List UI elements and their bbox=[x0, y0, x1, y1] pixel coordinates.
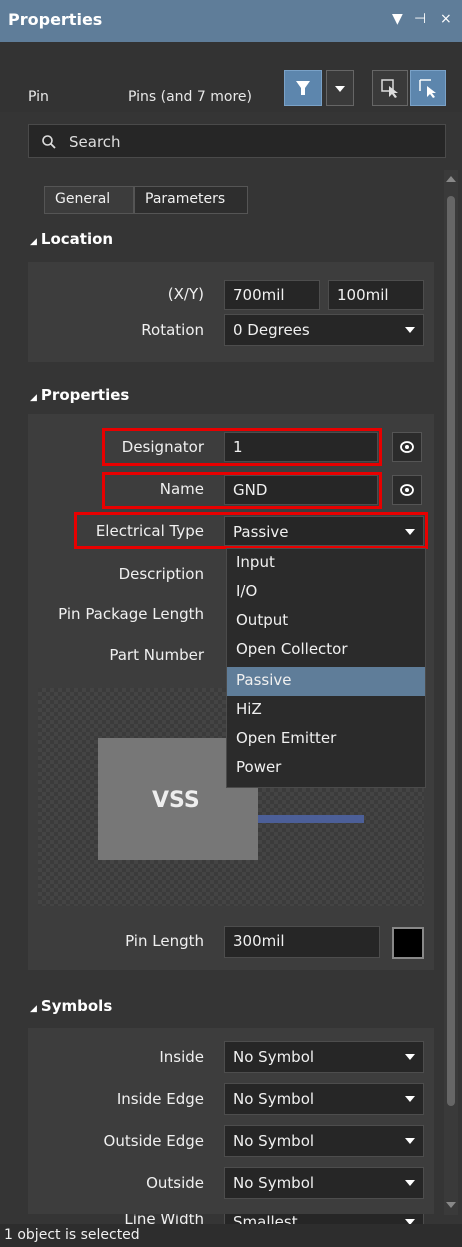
x-coordinate-input[interactable]: 700mil bbox=[224, 280, 320, 310]
chevron-down-icon bbox=[405, 327, 415, 333]
scrollbar-thumb[interactable] bbox=[447, 196, 455, 1106]
collapse-triangle-icon: ◢ bbox=[30, 237, 37, 247]
tab-general[interactable]: General bbox=[44, 186, 134, 214]
name-highlight bbox=[102, 472, 382, 509]
line-width-row-clipped: Line Width Smallest bbox=[0, 1214, 444, 1224]
chevron-down-icon bbox=[405, 1138, 415, 1144]
collapse-triangle-icon: ◢ bbox=[30, 1004, 37, 1014]
panel-menu-icon[interactable]: ▼ bbox=[392, 11, 403, 27]
pin-color-swatch[interactable] bbox=[392, 927, 424, 959]
scroll-up-icon[interactable] bbox=[446, 176, 456, 182]
line-width-value: Smallest bbox=[233, 1214, 298, 1224]
description-label: Description bbox=[118, 565, 204, 583]
chevron-down-icon bbox=[335, 86, 345, 92]
filter-icon bbox=[296, 81, 310, 95]
electrical-type-highlight bbox=[74, 512, 428, 549]
designator-visibility-button[interactable] bbox=[392, 432, 422, 462]
eye-icon bbox=[400, 441, 414, 453]
chevron-down-icon bbox=[405, 1180, 415, 1186]
select-objects-button[interactable] bbox=[372, 70, 408, 106]
status-text: 1 object is selected bbox=[4, 1227, 140, 1243]
inside-label: Inside bbox=[159, 1048, 204, 1066]
pin-length-label: Pin Length bbox=[125, 932, 204, 950]
xy-label: (X/Y) bbox=[167, 285, 204, 303]
rotation-value: 0 Degrees bbox=[233, 321, 310, 339]
pin-package-length-label: Pin Package Length bbox=[58, 605, 204, 623]
inside-edge-value: No Symbol bbox=[233, 1090, 315, 1108]
search-placeholder: Search bbox=[69, 133, 121, 151]
object-kind-label: Pin bbox=[28, 89, 49, 105]
properties-section-header[interactable]: ◢ Properties bbox=[30, 386, 129, 404]
outside-edge-select[interactable]: No Symbol bbox=[224, 1125, 424, 1157]
search-field[interactable]: Search bbox=[28, 124, 446, 158]
selection-filter-text: Pins (and 7 more) bbox=[128, 89, 252, 105]
search-icon bbox=[42, 135, 56, 149]
dropdown-option-output[interactable]: Output bbox=[227, 607, 425, 636]
dropdown-option-open-emitter[interactable]: Open Emitter bbox=[227, 725, 425, 754]
pin-graphic bbox=[258, 815, 364, 823]
outside-value: No Symbol bbox=[233, 1174, 315, 1192]
rotation-label: Rotation bbox=[141, 321, 204, 339]
dropdown-option-input[interactable]: Input bbox=[227, 549, 425, 578]
dropdown-option-passive[interactable]: Passive bbox=[227, 667, 425, 696]
filter-button[interactable] bbox=[284, 70, 322, 106]
select-cursor-icon bbox=[381, 79, 398, 98]
inside-select[interactable]: No Symbol bbox=[224, 1041, 424, 1073]
select-region-icon bbox=[419, 79, 436, 98]
line-width-select[interactable]: Smallest bbox=[224, 1214, 424, 1224]
electrical-type-dropdown: Input I/O Output Open Collector Passive … bbox=[226, 548, 426, 788]
chevron-down-icon bbox=[405, 1096, 415, 1102]
dropdown-option-hiz[interactable]: HiZ bbox=[227, 696, 425, 725]
location-section-header[interactable]: ◢ Location bbox=[30, 230, 113, 248]
dropdown-option-io[interactable]: I/O bbox=[227, 578, 425, 607]
outside-label: Outside bbox=[146, 1174, 204, 1192]
inside-edge-label: Inside Edge bbox=[116, 1090, 204, 1108]
name-visibility-button[interactable] bbox=[392, 475, 422, 505]
pin-length-input[interactable]: 300mil bbox=[224, 926, 380, 958]
eye-icon bbox=[400, 484, 414, 496]
symbols-section-header[interactable]: ◢ Symbols bbox=[30, 997, 112, 1015]
status-bar: 1 object is selected bbox=[0, 1224, 462, 1247]
collapse-triangle-icon: ◢ bbox=[30, 393, 37, 403]
panel-titlebar: Properties ▼ ⊣ × bbox=[0, 0, 462, 42]
scroll-down-icon[interactable] bbox=[446, 1202, 456, 1208]
select-region-button[interactable] bbox=[410, 70, 446, 106]
inside-value: No Symbol bbox=[233, 1048, 315, 1066]
tab-parameters[interactable]: Parameters bbox=[134, 186, 248, 214]
close-panel-icon[interactable]: × bbox=[440, 11, 452, 27]
outside-select[interactable]: No Symbol bbox=[224, 1167, 424, 1199]
component-designator-text: VSS bbox=[152, 788, 200, 813]
pin-panel-icon[interactable]: ⊣ bbox=[414, 11, 426, 27]
dropdown-option-open-collector[interactable]: Open Collector bbox=[227, 636, 425, 665]
dropdown-option-power[interactable]: Power bbox=[227, 754, 425, 783]
line-width-label: Line Width bbox=[124, 1214, 204, 1224]
y-coordinate-input[interactable]: 100mil bbox=[328, 280, 424, 310]
outside-edge-label: Outside Edge bbox=[103, 1132, 204, 1150]
inside-edge-select[interactable]: No Symbol bbox=[224, 1083, 424, 1115]
designator-highlight bbox=[102, 428, 382, 466]
part-number-label: Part Number bbox=[109, 646, 204, 664]
outside-edge-value: No Symbol bbox=[233, 1132, 315, 1150]
panel-title: Properties bbox=[8, 10, 103, 29]
chevron-down-icon bbox=[405, 1054, 415, 1060]
rotation-select[interactable]: 0 Degrees bbox=[224, 314, 424, 346]
location-group bbox=[28, 262, 434, 362]
filter-dropdown-button[interactable] bbox=[326, 70, 354, 106]
